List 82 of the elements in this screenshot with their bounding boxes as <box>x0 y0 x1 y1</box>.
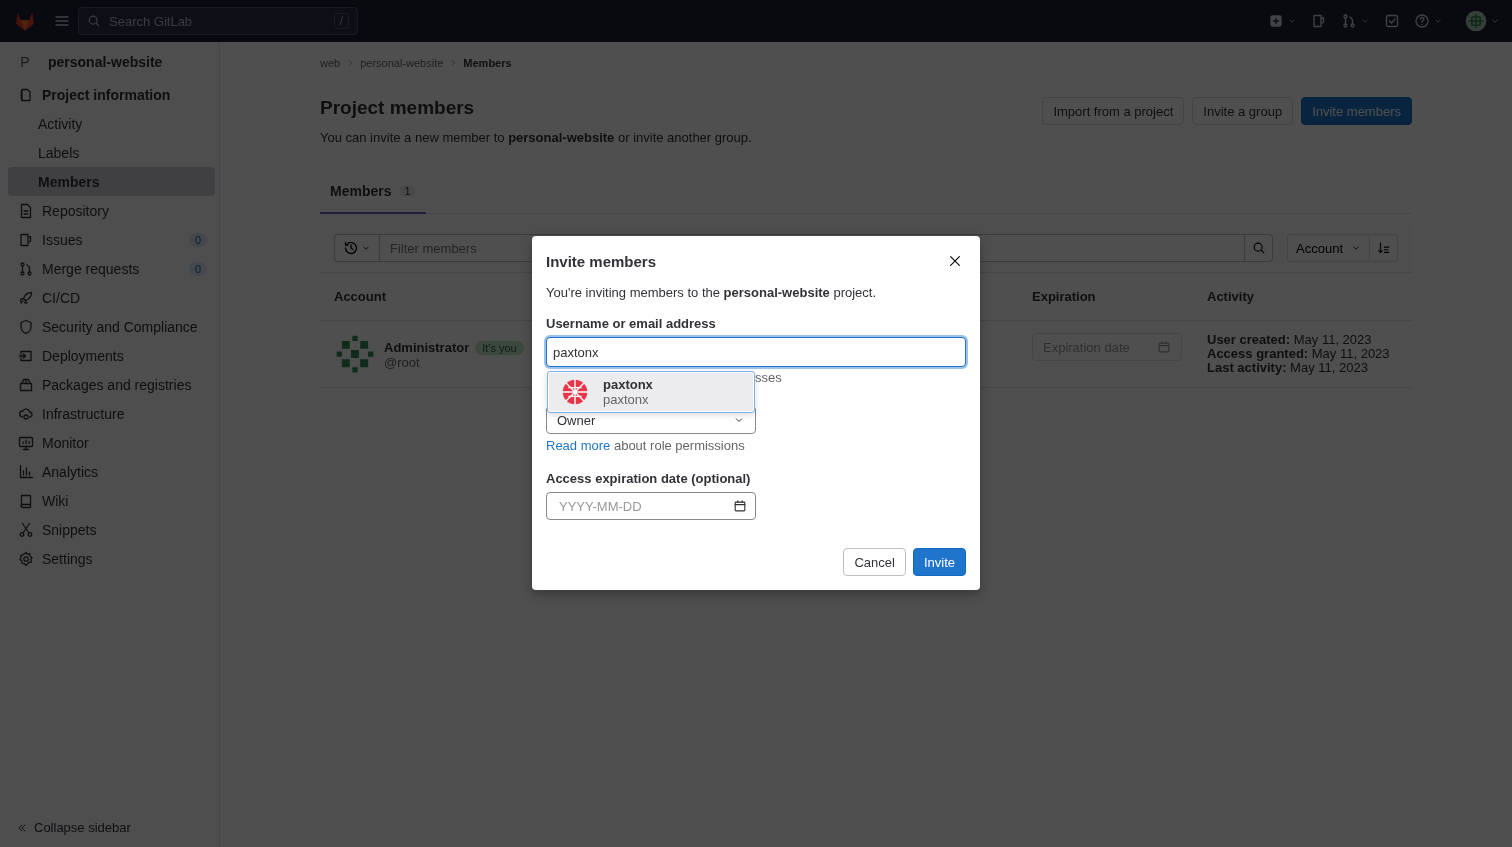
chevron-down-icon <box>1287 16 1297 26</box>
hint-text: sses <box>755 370 782 385</box>
identicon-avatar-icon <box>334 333 376 375</box>
scissors-icon <box>18 521 34 538</box>
activity-line: Last activity: May 11, 2023 <box>1207 361 1369 375</box>
dialog-title: Invite members <box>546 252 657 270</box>
chevron-down-icon <box>1433 16 1443 26</box>
shortcut-key: / <box>333 13 349 29</box>
rocket-icon <box>18 289 34 306</box>
field-label: Access expiration date (optional) <box>546 471 752 486</box>
issue-icon <box>18 231 34 248</box>
invite-button[interactable]: Invite <box>912 548 966 576</box>
identicon-avatar-icon <box>561 378 589 406</box>
tab[interactable]: Members 1 <box>320 169 426 214</box>
action-button[interactable]: Import from a project <box>1042 97 1185 125</box>
sidebar-item[interactable]: Packages and registries <box>8 370 215 399</box>
monitor-icon <box>18 434 34 451</box>
breadcrumb-link[interactable]: Members <box>463 57 512 69</box>
page-description: You can invite a new member to personal-website or invite another group. <box>320 130 753 145</box>
shield-icon <box>18 318 34 335</box>
sidebar-item[interactable]: Project information <box>8 80 215 109</box>
document-icon <box>18 86 34 103</box>
dialog-text: You're inviting members to the personal-website project. <box>546 285 878 300</box>
cancel-button[interactable]: Cancel <box>843 548 906 576</box>
box-icon <box>18 376 34 393</box>
merge-request-icon <box>18 260 34 277</box>
search-icon <box>87 14 101 28</box>
sidebar-item[interactable]: Deployments <box>8 341 215 370</box>
sidebar-item[interactable]: Settings <box>8 544 215 573</box>
action-button[interactable]: Invite members <box>1301 97 1412 125</box>
activity-line: Access granted: May 11, 2023 <box>1207 347 1391 361</box>
sidebar-item[interactable]: Snippets <box>8 515 215 544</box>
chevron-down-icon <box>1360 16 1370 26</box>
close-icon <box>948 254 962 268</box>
book-icon <box>18 492 34 509</box>
calendar-icon <box>1157 340 1171 354</box>
sidebar-item[interactable]: Labels <box>8 138 215 167</box>
sort-dropdown[interactable]: Account <box>1287 234 1370 262</box>
activity-line: User created: May 11, 2023 <box>1207 333 1373 347</box>
menu-icon[interactable] <box>54 13 70 29</box>
sidebar-item[interactable]: CI/CD <box>8 283 215 312</box>
sidebar-item[interactable]: Security and Compliance <box>8 312 215 341</box>
avatar-icon[interactable] <box>1465 10 1487 32</box>
sidebar-item[interactable]: Wiki <box>8 486 215 515</box>
chevron-down-icon <box>361 243 371 253</box>
help-text: Read more about role permissions <box>546 438 746 453</box>
collapse-sidebar-button[interactable]: Collapse sidebar <box>8 808 215 847</box>
todo-icon[interactable] <box>1384 13 1400 29</box>
chevron-down-icon <box>1351 243 1361 253</box>
project-name[interactable]: personal-website <box>48 54 163 70</box>
date-field[interactable]: YYYY-MM-DD <box>546 492 756 520</box>
sort-icon <box>1376 241 1391 255</box>
member-name[interactable]: Administrator <box>384 339 470 355</box>
plus-square-icon[interactable] <box>1268 13 1284 29</box>
suggestion-item[interactable]: paxtonx paxtonx <box>549 373 753 411</box>
history-icon <box>343 240 359 256</box>
issue-icon[interactable] <box>1311 13 1327 29</box>
chevron-down-icon <box>1490 16 1500 26</box>
history-button[interactable] <box>334 234 379 262</box>
user-name: paxtonx <box>603 377 653 392</box>
search-button[interactable] <box>1245 234 1273 262</box>
count-badge: 1 <box>399 185 416 197</box>
sort-direction-button[interactable] <box>1370 234 1398 262</box>
search-icon <box>1251 241 1266 255</box>
sidebar-item[interactable]: Analytics <box>8 457 215 486</box>
chart-icon <box>18 463 34 480</box>
column-header: Expiration <box>1018 273 1193 321</box>
merge-request-icon[interactable] <box>1341 13 1357 29</box>
sidebar-item[interactable]: Repository <box>8 196 215 225</box>
sidebar-item[interactable]: Monitor <box>8 428 215 457</box>
gear-icon <box>18 550 34 567</box>
column-header: Activity <box>1193 273 1412 321</box>
help-icon[interactable] <box>1414 13 1430 29</box>
page-title: Project members <box>320 97 476 119</box>
calendar-icon <box>733 499 747 513</box>
file-icon <box>18 202 34 219</box>
username-field[interactable]: paxtonx <box>546 337 966 367</box>
user-handle: paxtonx <box>603 392 650 407</box>
sidebar-item[interactable]: Infrastructure <box>8 399 215 428</box>
action-button[interactable]: Invite a group <box>1192 97 1294 125</box>
sidebar-item[interactable]: Activity <box>8 109 215 138</box>
read-more-link[interactable]: Read more <box>546 438 611 453</box>
